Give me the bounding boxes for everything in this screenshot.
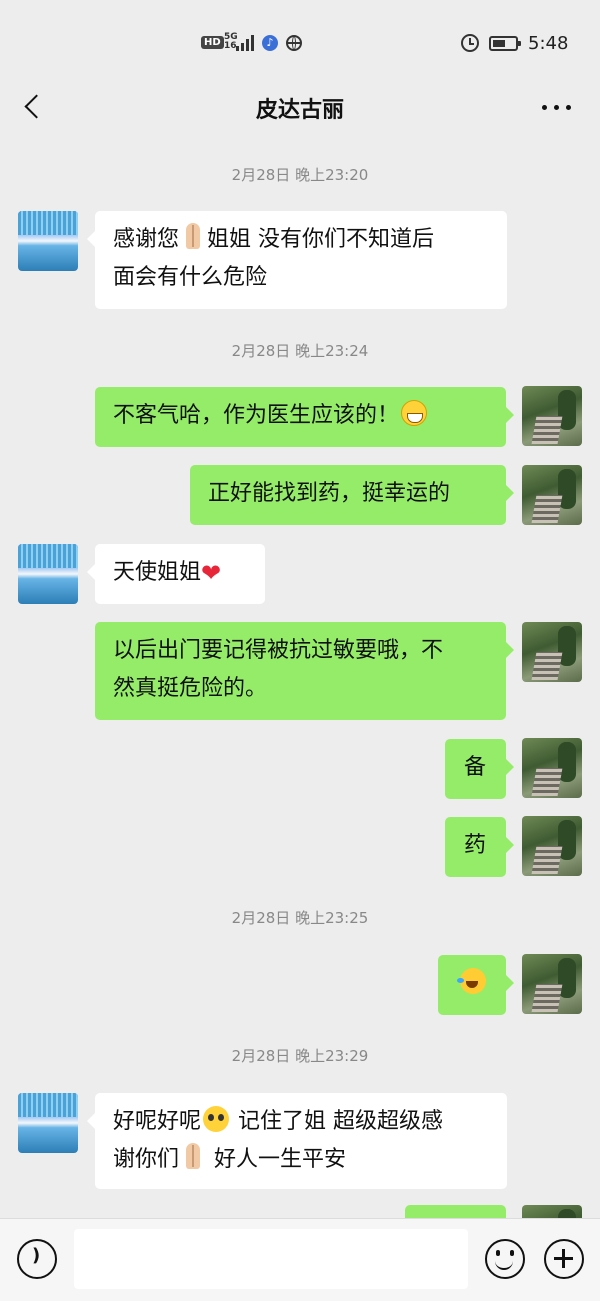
my-avatar[interactable] bbox=[522, 954, 582, 1014]
plus-icon[interactable] bbox=[544, 1239, 584, 1279]
my-avatar[interactable] bbox=[522, 738, 582, 798]
grin-emoji-icon bbox=[401, 400, 428, 426]
pleading-emoji-icon bbox=[203, 1106, 230, 1132]
my-avatar[interactable] bbox=[522, 622, 582, 682]
more-dots-icon[interactable] bbox=[538, 94, 578, 118]
message-bubble-received[interactable]: 好呢好呢 记住了姐 超级超级感 谢你们 好人一生平安 bbox=[87, 1093, 507, 1189]
my-avatar[interactable] bbox=[522, 465, 582, 525]
message-bubble-sent[interactable]: 备 bbox=[445, 739, 514, 799]
timestamp: 2月28日 晚上23:20 bbox=[231, 166, 369, 184]
chat-area[interactable]: 2月28日 晚上23:20 感谢您 姐姐 没有你们不知道后 面会有什么危险 2月28… bbox=[0, 0, 600, 1220]
message-bubble-received[interactable]: 感谢您 姐姐 没有你们不知道后 面会有什么危险 bbox=[87, 211, 507, 309]
chat-header: 皮达古丽 bbox=[0, 80, 600, 135]
my-avatar[interactable] bbox=[522, 386, 582, 446]
message-bubble-sent[interactable]: 以后出门要记得被抗过敏要哦，不 然真挺危险的。 bbox=[95, 622, 514, 720]
heart-emoji-icon: ❤ bbox=[201, 559, 222, 587]
laughing-crying-emoji-icon bbox=[457, 968, 486, 994]
contact-avatar[interactable] bbox=[18, 544, 78, 604]
message-bubble-sent[interactable] bbox=[438, 955, 514, 1015]
emoji-icon[interactable] bbox=[485, 1239, 525, 1279]
pray-emoji-icon bbox=[180, 223, 206, 251]
chat-title: 皮达古丽 bbox=[255, 98, 344, 123]
message-bubble-received[interactable]: 天使姐姐❤ bbox=[87, 544, 265, 604]
voice-icon[interactable] bbox=[17, 1239, 57, 1279]
contact-avatar[interactable] bbox=[18, 1093, 78, 1153]
timestamp: 2月28日 晚上23:29 bbox=[231, 1047, 369, 1065]
message-bubble-sent[interactable]: 药 bbox=[445, 817, 514, 877]
message-bubble-sent[interactable]: 正好能找到药，挺幸运的 bbox=[190, 465, 514, 525]
timestamp: 2月28日 晚上23:24 bbox=[231, 342, 369, 360]
my-avatar[interactable] bbox=[522, 816, 582, 876]
message-bubble-sent[interactable]: 不客气哈，作为医生应该的！ bbox=[95, 387, 514, 447]
input-bar bbox=[0, 1218, 600, 1301]
pray-emoji-icon bbox=[180, 1143, 206, 1171]
message-input[interactable] bbox=[74, 1229, 468, 1289]
contact-avatar[interactable] bbox=[18, 211, 78, 271]
timestamp: 2月28日 晚上23:25 bbox=[231, 909, 369, 927]
